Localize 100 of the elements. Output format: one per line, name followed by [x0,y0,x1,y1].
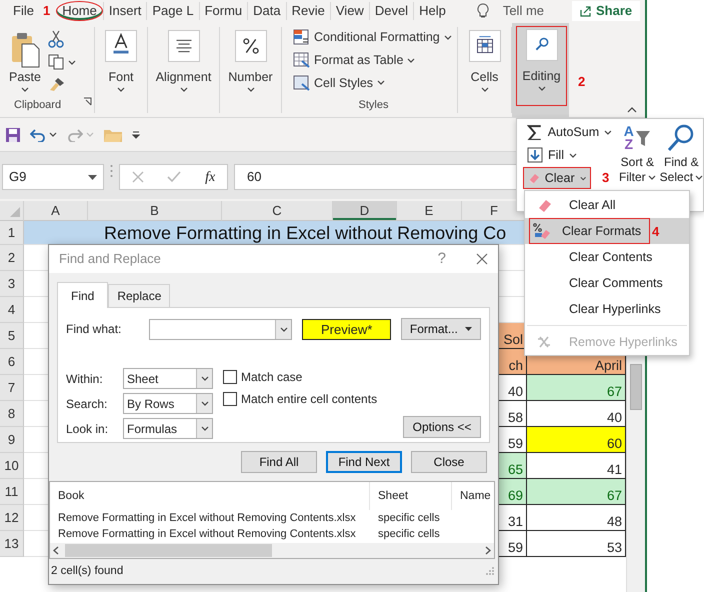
resize-grip-icon[interactable] [486,567,494,576]
table-style-icon [293,52,310,68]
row-header[interactable]: 6 [0,349,24,375]
caret-icon [695,175,704,180]
ribbon-tab[interactable]: Insert [102,2,146,20]
table-cell: 67 [527,375,626,401]
ribbon-button[interactable]: Font [100,27,142,93]
row-header[interactable]: 3 [0,271,24,297]
row-header[interactable]: 9 [0,427,24,453]
ribbon-tab[interactable]: Page L [146,2,199,20]
sigma-icon [527,124,543,140]
row-header[interactable]: 1 [0,221,24,245]
caret-icon [49,132,57,137]
dialog-button[interactable]: Close [411,450,487,473]
row-header[interactable]: 2 [0,245,24,271]
menu-item[interactable]: Clear Comments [525,270,689,296]
cut-icon[interactable] [48,30,64,48]
find-what-field[interactable] [148,318,292,340]
ribbon-tab[interactable]: Home [56,0,103,20]
field-label: Search: [66,396,108,413]
caret-icon [200,376,208,382]
ribbon-tab[interactable]: Formu [198,2,248,20]
menu-item[interactable]: Clear Contents [525,244,689,270]
styles-button[interactable]: Conditional Formatting [290,27,455,48]
caret-icon [568,152,577,158]
collapse-icon[interactable] [627,107,637,113]
table-cell-text: specific cells [377,510,441,526]
undo-button[interactable] [30,128,57,142]
caret-icon [246,86,254,92]
name-box[interactable]: G9 [2,164,104,190]
row-header[interactable]: 8 [0,401,24,427]
caret-icon [280,326,288,332]
caret-icon [580,176,586,180]
caret-icon [480,86,488,92]
ribbon-tab[interactable]: Data [247,2,286,20]
ribbon-button[interactable]: Cells [464,27,506,93]
row-header[interactable]: 10 [0,453,24,479]
menu-item[interactable]: Clear Formats 4 [525,218,689,244]
search-field[interactable]: Tell me [502,0,544,20]
caret-icon [86,132,94,137]
customize-icon[interactable] [132,130,140,138]
ribbon-tab[interactable]: Revie [286,2,330,20]
dropdown[interactable]: Formulas [123,418,213,440]
paste-button[interactable]: Paste [4,27,46,93]
options-button[interactable]: Options << [403,416,481,438]
row-header[interactable]: 7 [0,375,24,401]
close-icon[interactable] [476,253,488,266]
status-text: 2 cell(s) found [50,564,124,579]
conditional-format-icon [293,29,310,46]
column-header[interactable]: E [397,201,462,221]
dialog-tab[interactable]: Find [57,282,108,308]
column-header[interactable]: Sheet [370,482,452,510]
styles-button[interactable]: Cell Styles [290,72,455,94]
column-header[interactable]: Book [50,482,370,510]
ribbon-button[interactable]: Number [223,27,278,93]
ribbon-button[interactable]: Alignment [150,27,216,93]
launcher-icon[interactable] [83,97,92,106]
dropdown-icon [465,327,472,332]
dropdown[interactable]: Sheet [123,368,213,390]
horizontal-scrollbar[interactable] [50,543,494,558]
ribbon-tab[interactable]: Devel [368,2,414,20]
dropdown[interactable]: By Rows [123,393,213,414]
lightbulb-icon [476,2,489,18]
format-button[interactable]: Format... [400,318,482,340]
insert-function-button[interactable]: fx [205,166,216,188]
caret-icon [20,86,29,92]
ribbon-tab[interactable]: View [330,2,369,20]
row-header[interactable]: 12 [0,505,24,531]
column-header[interactable]: D [333,201,397,221]
row-header[interactable]: 11 [0,479,24,505]
ribbon-tab[interactable]: File [8,2,39,20]
caret-icon [200,401,208,406]
row-header[interactable]: 5 [0,323,24,349]
copy-button[interactable] [48,54,76,70]
styles-button[interactable]: Format as Table [290,50,455,70]
step-number: 3 [602,171,610,185]
save-icon[interactable] [6,128,20,142]
caret-icon [407,58,416,63]
redo-icon [67,128,83,142]
menu-button[interactable]: AutoSum [523,121,617,143]
caret-icon [538,86,546,91]
column-header[interactable]: B [88,201,222,221]
dialog-tab[interactable]: Replace [108,284,170,308]
step-number: 2 [578,75,586,89]
dialog-button[interactable]: Find All [241,450,317,473]
row-header[interactable]: 13 [0,531,24,557]
table-cell: 60 [527,427,626,453]
table-cell: 67 [527,479,626,505]
ribbon-tab[interactable]: Help [413,2,451,20]
ribbon-button[interactable]: Editing [516,26,567,106]
step-number: 4 [652,225,660,239]
undo-icon [30,128,46,142]
check-icon[interactable] [167,171,182,183]
dialog-button[interactable]: Find Next [326,450,402,473]
menu-button[interactable]: Fill [523,144,617,166]
row-header[interactable]: 4 [0,297,24,323]
column-header[interactable]: C [222,201,333,221]
column-header[interactable]: A [24,201,88,221]
menu-item[interactable]: Clear Hyperlinks [525,296,689,322]
share-button[interactable]: Share [572,0,640,20]
